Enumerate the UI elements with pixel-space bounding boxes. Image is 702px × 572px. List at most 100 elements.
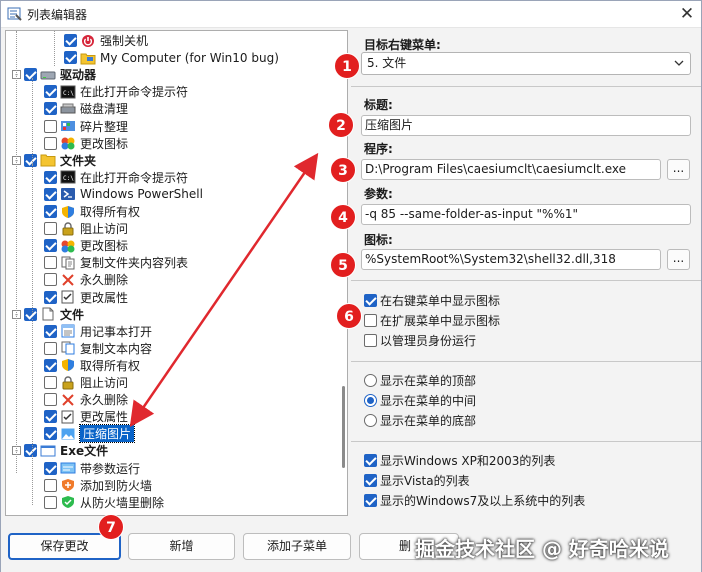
tree-item-label: 添加到防火墙 (80, 478, 153, 493)
tree-item-checkbox[interactable] (44, 136, 57, 150)
tree-item-checkbox[interactable] (44, 119, 57, 133)
chevron-down-icon (674, 53, 684, 82)
tree-item-checkbox[interactable] (44, 410, 57, 424)
tree-item-checkbox[interactable] (44, 461, 57, 475)
tree-item-checkbox[interactable] (44, 427, 57, 441)
tree-item-checkbox[interactable] (44, 324, 57, 338)
tree-item[interactable]: - 驱动器 (12, 66, 96, 83)
radio-button[interactable] (364, 374, 377, 387)
checkbox[interactable] (364, 314, 377, 327)
tree-item-checkbox[interactable] (44, 290, 57, 304)
checkbox[interactable] (364, 334, 377, 347)
radio-button[interactable] (364, 414, 377, 427)
tree-item-checkbox[interactable] (44, 187, 57, 201)
tree-item[interactable]: 永久删除 (44, 391, 128, 408)
tree-item[interactable]: 更改属性 (44, 289, 128, 306)
tree-item[interactable]: 添加到防火墙 (44, 477, 152, 494)
windows-version-list-option[interactable]: 显示Vista的列表 (364, 472, 470, 489)
tree-item[interactable]: - 文件 (12, 306, 84, 323)
icon-display-option[interactable]: 以管理员身份运行 (364, 332, 476, 349)
tree-item-checkbox[interactable] (44, 239, 57, 253)
tree-item[interactable]: 更改图标 (44, 135, 128, 152)
program-input[interactable]: D:\Program Files\caesiumclt\caesiumclt.e… (361, 159, 661, 180)
list-editor-window: 列表编辑器 ✕ 强制关机 My Computer (for Win10 bug) -… (0, 0, 702, 572)
tree-item[interactable]: - Exe文件 (12, 442, 108, 459)
app-icon (7, 6, 23, 22)
tree-item-checkbox[interactable] (44, 478, 57, 492)
tree-item[interactable]: 取得所有权 (44, 357, 140, 374)
exe-window-icon (40, 444, 56, 458)
tree-item-checkbox[interactable] (44, 205, 57, 218)
browse-program-button[interactable]: ... (667, 159, 690, 180)
tree-item-checkbox[interactable] (64, 51, 77, 65)
menu-position-option[interactable]: 显示在菜单的中间 (364, 392, 476, 409)
tree-item-checkbox[interactable] (44, 393, 57, 407)
tree-item[interactable]: 压缩图片 (44, 424, 136, 444)
tree-item-label: 复制文件夹内容列表 (80, 256, 189, 271)
tree-item-checkbox[interactable] (44, 376, 57, 389)
tree-item[interactable]: C:\ 在此打开命令提示符 (44, 83, 188, 100)
icon-display-option[interactable]: 在扩展菜单中显示图标 (364, 312, 500, 329)
menu-position-option[interactable]: 显示在菜单的底部 (364, 412, 476, 429)
title-input[interactable]: 压缩图片 (361, 115, 691, 136)
checkbox[interactable] (364, 454, 377, 467)
tree-item-checkbox[interactable] (44, 273, 57, 287)
tree-item-checkbox[interactable] (24, 153, 37, 167)
tree-item[interactable]: 用记事本打开 (44, 323, 152, 340)
tree-item[interactable]: 强制关机 (64, 32, 148, 49)
tree-item[interactable]: 更改属性 (44, 408, 128, 425)
browse-icon-button[interactable]: ... (667, 249, 690, 270)
target-menu-label: 目标右键菜单: (364, 38, 441, 52)
tree-item[interactable]: 磁盘清理 (44, 100, 128, 117)
tree-item-checkbox[interactable] (24, 307, 37, 321)
tree-item-label: 文件 (60, 307, 85, 322)
tree-item[interactable]: 取得所有权 (44, 203, 140, 220)
tree-scrollbar-thumb[interactable] (342, 386, 345, 468)
menu-position-option[interactable]: 显示在菜单的顶部 (364, 372, 476, 389)
tree-item[interactable]: 带参数运行 (44, 460, 140, 477)
icon-path-input[interactable]: %SystemRoot%\System32\shell32.dll,318 (361, 249, 661, 270)
tree-item[interactable]: 更改图标 (44, 237, 128, 254)
menu-tree[interactable]: 强制关机 My Computer (for Win10 bug) - 驱动器 C:\ 在此… (5, 30, 348, 516)
tree-guide-line (32, 164, 33, 314)
tree-item-label: 更改属性 (80, 410, 129, 425)
close-icon[interactable]: ✕ (675, 2, 699, 26)
tree-item[interactable]: 从防火墙里删除 (44, 494, 164, 511)
delete-x-icon (60, 393, 76, 407)
tree-item-checkbox[interactable] (44, 102, 57, 116)
add-submenu-button[interactable]: 添加子菜单 (243, 533, 351, 560)
add-button[interactable]: 新增 (128, 533, 235, 560)
tree-item[interactable]: C:\ 在此打开命令提示符 (44, 169, 188, 186)
windows-version-list-option[interactable]: 显示的Windows7及以上系统中的列表 (364, 492, 585, 509)
tree-item[interactable]: 复制文本内容 (44, 340, 152, 357)
checkbox[interactable] (364, 474, 377, 487)
tree-item-checkbox[interactable] (64, 34, 77, 47)
tree-item-checkbox[interactable] (44, 341, 57, 355)
tree-item[interactable]: 阻止访问 (44, 374, 128, 391)
tree-item[interactable]: 阻止访问 (44, 220, 128, 237)
folder-icon (40, 153, 56, 167)
tree-item-checkbox[interactable] (44, 222, 57, 236)
windows-version-list-option[interactable]: 显示Windows XP和2003的列表 (364, 452, 555, 469)
tree-item[interactable]: 复制文件夹内容列表 (44, 254, 188, 271)
tree-item-checkbox[interactable] (24, 444, 37, 458)
tree-item[interactable]: Windows PowerShell (44, 186, 203, 203)
checkbox[interactable] (364, 494, 377, 507)
icon-display-option[interactable]: 在右键菜单中显示图标 (364, 292, 500, 309)
tree-item[interactable]: - 文件夹 (12, 152, 96, 169)
tree-item-checkbox[interactable] (44, 358, 57, 372)
drive-icon (40, 68, 56, 82)
tree-item[interactable]: My Computer (for Win10 bug) (64, 49, 279, 66)
tree-item-checkbox[interactable] (44, 85, 57, 99)
checkbox[interactable] (364, 294, 377, 307)
tree-item[interactable]: 永久删除 (44, 271, 128, 288)
params-input[interactable]: -q 85 --same-folder-as-input "%%1" (361, 204, 691, 225)
tree-item-checkbox[interactable] (44, 170, 57, 184)
radio-button[interactable] (364, 394, 377, 407)
tree-item-checkbox[interactable] (44, 256, 57, 270)
tree-item[interactable]: 碎片整理 (44, 118, 128, 135)
target-menu-select[interactable]: 5. 文件 (361, 52, 691, 75)
firewall-remove-icon (60, 495, 76, 509)
tree-item-checkbox[interactable] (24, 68, 37, 82)
tree-item-checkbox[interactable] (44, 495, 57, 509)
